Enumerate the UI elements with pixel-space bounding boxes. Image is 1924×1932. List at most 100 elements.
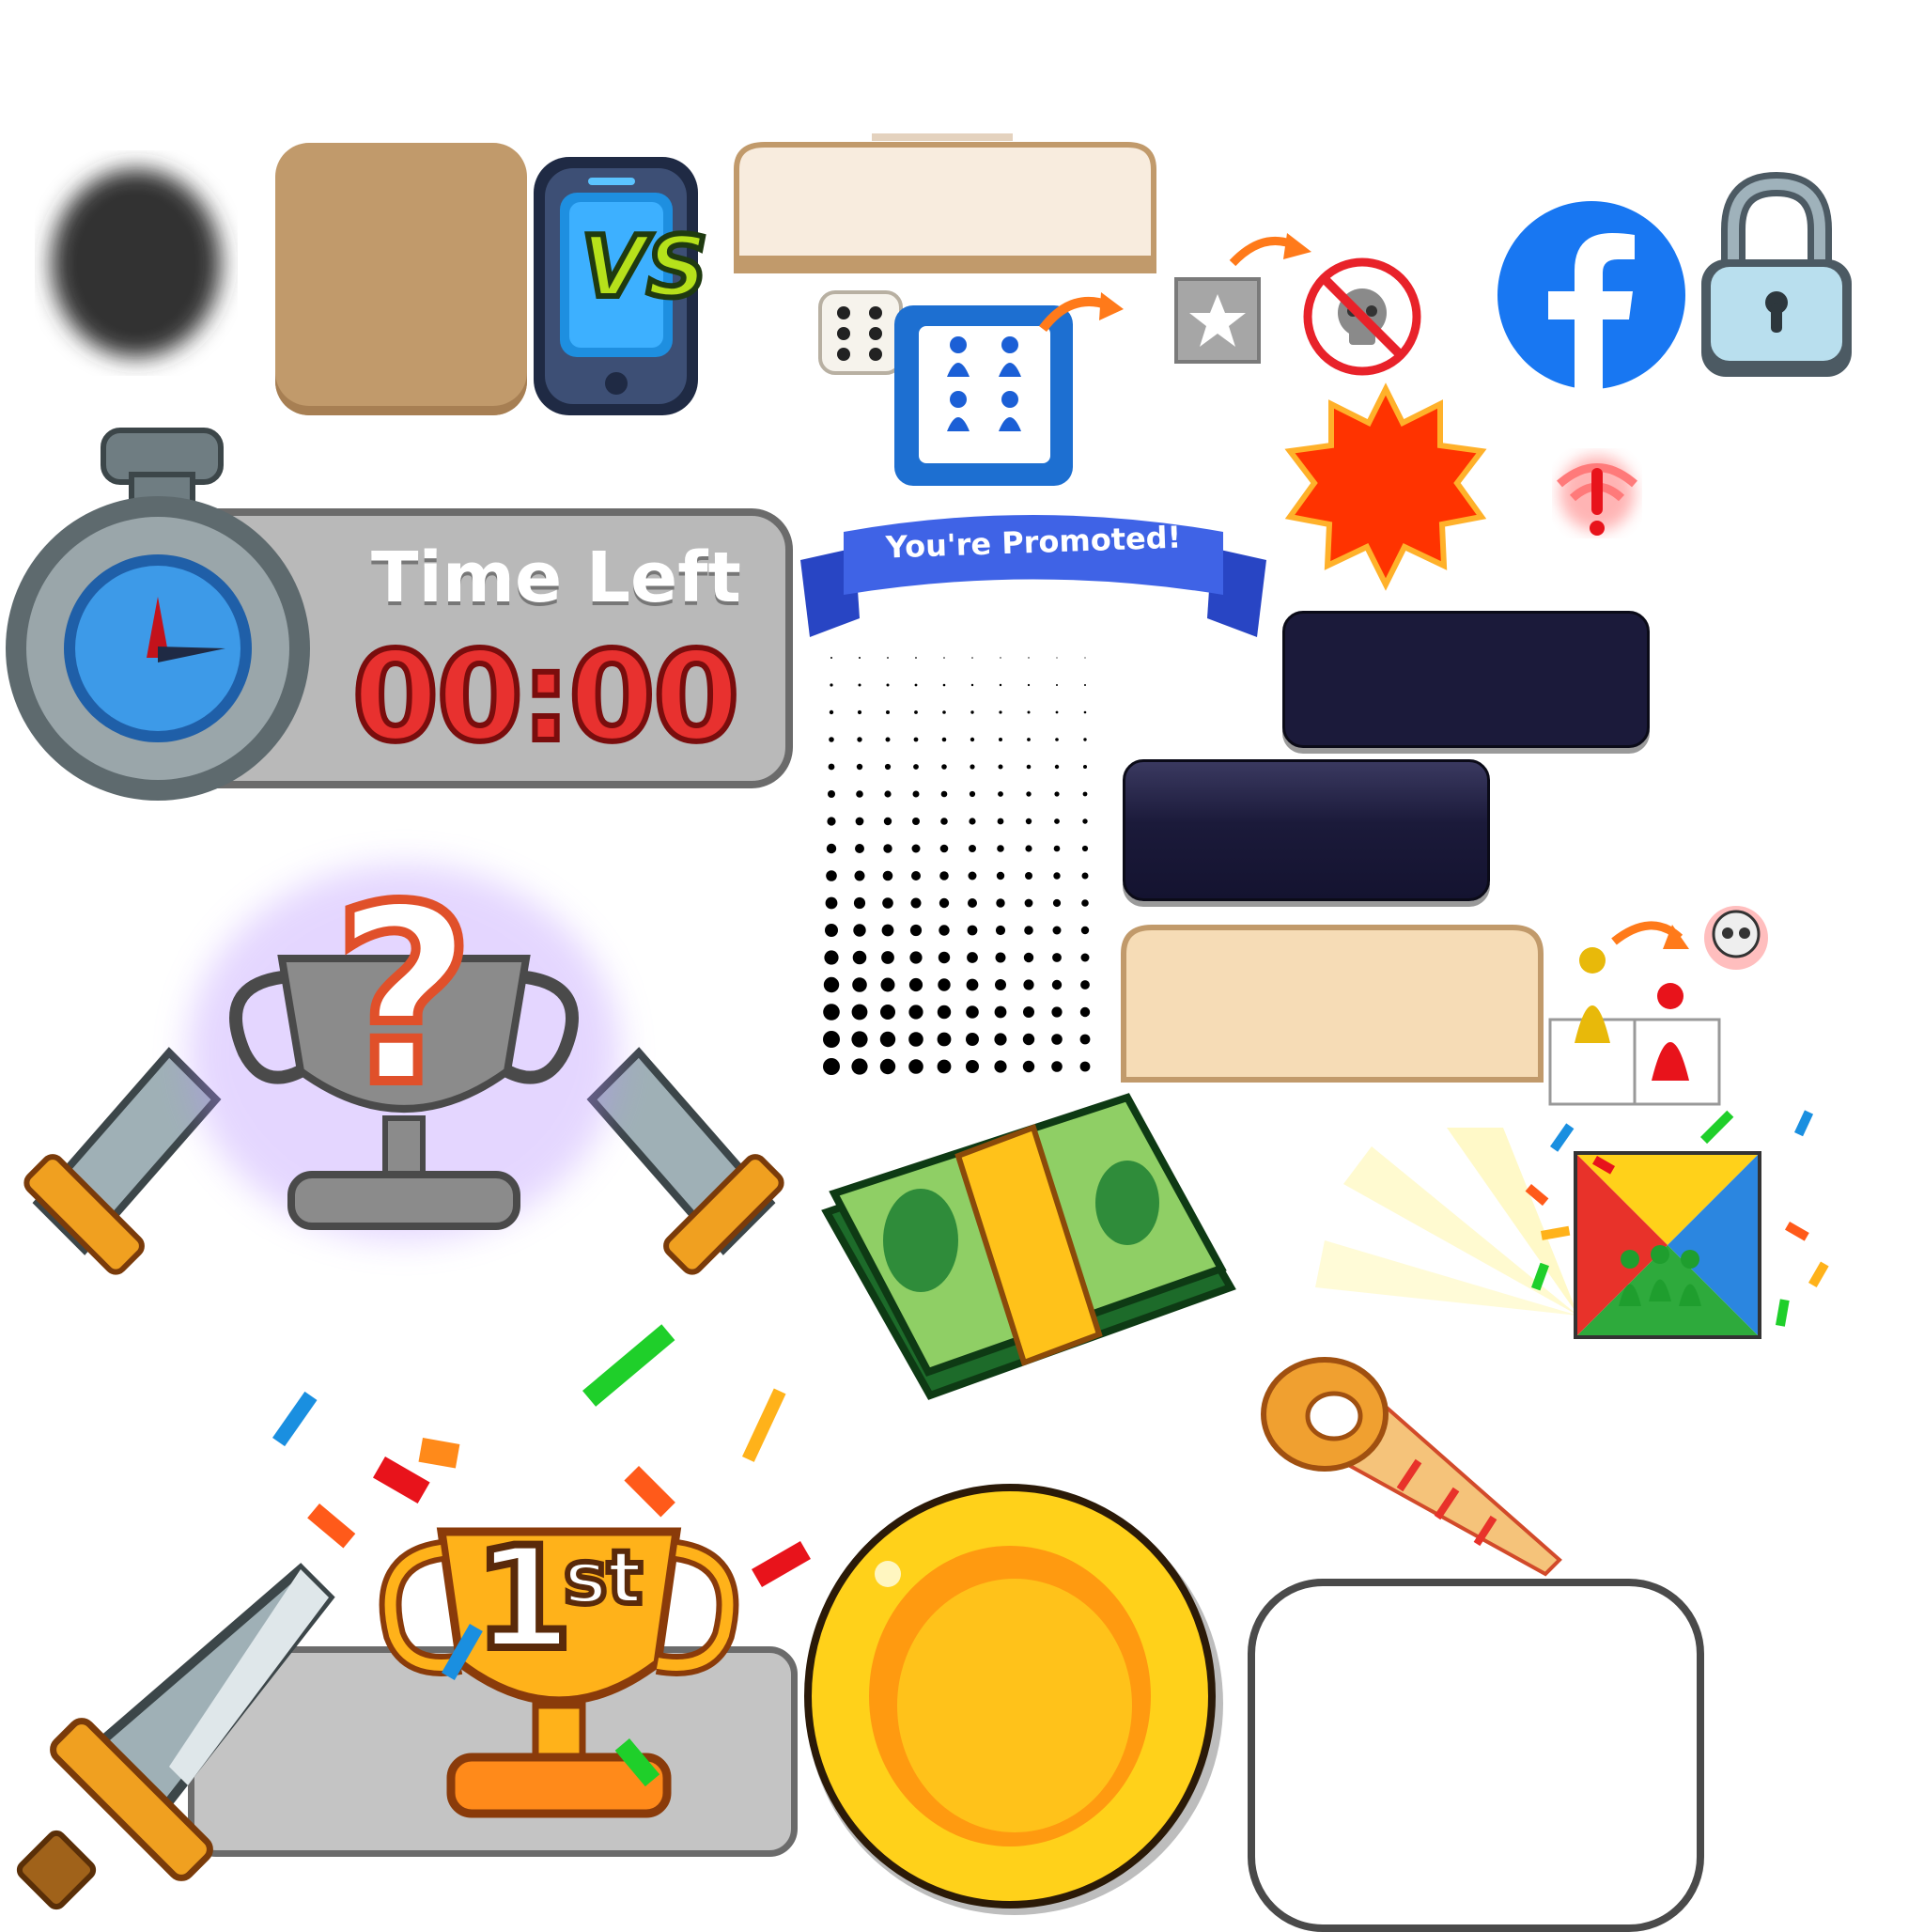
cash-stack-icon	[817, 1090, 1249, 1400]
halftone-dot	[999, 683, 1002, 687]
halftone-dot	[825, 896, 838, 910]
halftone-dot	[1022, 1033, 1035, 1046]
halftone-dot	[914, 710, 918, 714]
halftone-dot	[1082, 818, 1088, 824]
halftone-dot	[941, 764, 947, 770]
timer-title: Time Left	[371, 538, 741, 618]
halftone-dot	[968, 898, 977, 908]
halftone-dot	[970, 683, 974, 687]
no-kill-icon	[1303, 257, 1421, 376]
halftone-dot	[1051, 979, 1063, 990]
halftone-dot	[997, 845, 1004, 852]
halftone-dot	[940, 818, 948, 825]
halftone-dot	[994, 1060, 1007, 1073]
halftone-dot	[1025, 818, 1032, 825]
confetti-piece	[307, 1504, 356, 1549]
halftone-dot	[939, 871, 949, 880]
halftone-dot	[1079, 1061, 1091, 1072]
halftone-dot	[825, 924, 838, 937]
halftone-dot	[1052, 953, 1062, 962]
halftone-dot	[967, 952, 978, 963]
halftone-dot	[1083, 710, 1087, 714]
shadow-blob-icon	[42, 146, 230, 381]
halftone-dot	[829, 737, 834, 742]
halftone-dot	[1080, 953, 1090, 962]
halftone-dot	[857, 709, 862, 715]
halftone-dot	[1055, 710, 1059, 714]
halftone-dot	[995, 952, 1006, 963]
confetti-piece	[1699, 1110, 1734, 1145]
halftone-dot	[967, 925, 978, 936]
halftone-dot	[908, 977, 923, 992]
dark-panel-bottom	[1123, 759, 1490, 901]
halftone-dot	[909, 951, 923, 964]
halftone-dot	[830, 683, 833, 687]
halftone-dot	[995, 979, 1006, 990]
halftone-dot	[1084, 657, 1086, 659]
halftone-dot	[996, 871, 1005, 880]
halftone-dot	[1027, 683, 1031, 687]
halftone-dot	[1024, 898, 1033, 908]
halftone-dot	[1025, 872, 1032, 880]
halftone-dot	[854, 870, 865, 881]
halftone-dot	[1081, 899, 1089, 907]
halftone-dot	[828, 763, 835, 771]
confetti-piece	[582, 1324, 675, 1407]
halftone-dot	[1083, 738, 1087, 741]
first-place-suffix: st	[561, 1534, 645, 1624]
halftone-dot	[884, 790, 892, 798]
confetti-piece	[742, 1388, 786, 1462]
halftone-dot	[911, 844, 921, 853]
sword-icon	[0, 1560, 348, 1917]
halftone-dot	[966, 1033, 979, 1046]
halftone-dot	[853, 896, 866, 910]
confetti-piece	[1808, 1261, 1829, 1287]
halftone-dot	[827, 817, 836, 826]
halftone-dot	[1052, 926, 1062, 935]
halftone-dot	[824, 950, 839, 965]
halftone-dot	[1051, 1006, 1063, 1018]
confetti-piece	[272, 1391, 318, 1447]
halftone-dot	[1051, 1034, 1063, 1045]
ludo-board-icon	[1574, 1151, 1761, 1339]
svg-text:?: ?	[334, 855, 475, 1139]
halftone-dot	[823, 1004, 840, 1021]
halftone-dot	[912, 818, 920, 825]
halftone-dot	[1056, 657, 1058, 659]
halftone-dot	[1022, 1060, 1035, 1073]
halftone-dot	[855, 817, 864, 826]
halftone-dot	[1054, 818, 1060, 824]
halftone-dot	[968, 871, 977, 880]
halftone-dot	[998, 764, 1003, 770]
first-place-number: 1	[471, 1514, 576, 1685]
halftone-dot	[823, 1031, 840, 1048]
halftone-dot	[938, 978, 951, 991]
halftone-dot	[908, 1059, 923, 1074]
halftone-dot	[887, 657, 889, 659]
halftone-dot	[830, 657, 832, 659]
halftone-dot	[1000, 657, 1001, 659]
halftone-dot	[1023, 979, 1034, 990]
halftone-dot	[911, 871, 921, 880]
halftone-dot	[1054, 764, 1060, 770]
halftone-dot	[1023, 1006, 1034, 1018]
starburst-icon	[1282, 382, 1489, 592]
halftone-dot	[999, 710, 1002, 714]
halftone-dot	[997, 818, 1004, 825]
vs-text: VS	[582, 218, 707, 317]
halftone-dot	[999, 738, 1002, 741]
confetti-piece	[1785, 1222, 1809, 1241]
halftone-dot	[910, 897, 922, 909]
halftone-dot	[859, 657, 861, 659]
halftone-dot	[998, 791, 1003, 797]
dark-panel-top	[1282, 611, 1650, 748]
pawn-kill-icon	[1548, 902, 1783, 1109]
halftone-dot	[915, 657, 917, 659]
halftone-dot	[1081, 845, 1089, 852]
gold-coin-icon	[799, 1471, 1231, 1922]
halftone-dot	[943, 657, 945, 659]
halftone-dot	[857, 737, 862, 742]
halftone-dot	[1024, 926, 1033, 935]
halftone-dot	[1028, 657, 1030, 659]
halftone-dot	[939, 925, 950, 936]
